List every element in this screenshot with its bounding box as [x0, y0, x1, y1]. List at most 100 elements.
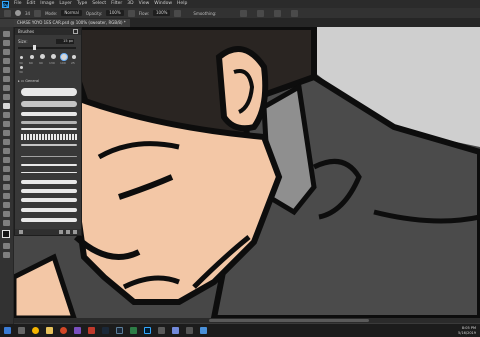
quick-select-tool-icon[interactable] [3, 58, 10, 64]
brush-tool-icon[interactable] [4, 9, 11, 17]
brush-size-value[interactable]: 34 [25, 11, 30, 16]
gradient-tool-icon[interactable] [3, 139, 10, 145]
zoom-tool-icon[interactable] [3, 211, 10, 217]
brush-stroke-preview-4[interactable] [21, 121, 77, 124]
pen-tool-icon[interactable] [3, 166, 10, 172]
size-slider-track[interactable] [18, 47, 76, 49]
blur-tool-icon[interactable] [3, 148, 10, 154]
app-icon-5[interactable] [158, 327, 165, 334]
crop-tool-icon[interactable] [3, 67, 10, 73]
brush-stroke-preview-6[interactable] [21, 134, 77, 140]
foreground-color-swatch[interactable] [2, 230, 10, 238]
brush-stroke-preview-11[interactable] [21, 180, 77, 184]
frame-tool-icon[interactable] [3, 76, 10, 82]
dodge-tool-icon[interactable] [3, 157, 10, 163]
mode-select[interactable]: Normal [61, 10, 82, 16]
gear-icon[interactable] [240, 9, 248, 17]
brush-stroke-preview-2[interactable] [21, 101, 77, 107]
quick-mask-icon[interactable] [3, 243, 10, 249]
history-brush-tool-icon[interactable] [3, 121, 10, 127]
panel-menu-icon[interactable] [73, 29, 78, 34]
app-icon-6[interactable] [186, 327, 193, 334]
app-icon-2[interactable] [74, 327, 81, 334]
horizontal-scrollbar[interactable] [14, 318, 480, 323]
brush-stroke-preview-14[interactable] [21, 208, 77, 212]
menu-image[interactable]: Image [40, 0, 54, 8]
menu-layer[interactable]: Layer [59, 0, 72, 8]
brush-preset-5[interactable] [61, 54, 67, 60]
brush-preset-4[interactable] [51, 54, 56, 59]
brush-preset-1[interactable] [20, 56, 23, 59]
app-icon-3[interactable] [88, 327, 95, 334]
brush-stroke-preview-15[interactable] [21, 218, 77, 222]
brush-preset-2[interactable] [30, 55, 34, 59]
menu-type[interactable]: Type [77, 0, 87, 8]
brush-stroke-preview-12[interactable] [21, 189, 77, 193]
brush-preset-icon[interactable] [15, 10, 21, 16]
menu-file[interactable]: File [14, 0, 22, 8]
pressure-opacity-icon[interactable] [127, 9, 135, 17]
chrome-icon[interactable] [32, 327, 39, 334]
eraser-tool-icon[interactable] [3, 130, 10, 136]
new-group-icon[interactable] [59, 230, 63, 234]
type-tool-icon[interactable] [3, 175, 10, 181]
brush-stroke-preview-9[interactable] [21, 164, 77, 166]
clone-stamp-tool-icon[interactable] [3, 112, 10, 118]
brush-stroke-preview-10[interactable] [21, 172, 77, 173]
brushes-panel-title[interactable]: Brushes [15, 28, 81, 35]
lasso-tool-icon[interactable] [3, 49, 10, 55]
flow-input[interactable]: 100% [152, 10, 171, 16]
menu-filter[interactable]: Filter [111, 0, 122, 8]
trash-icon[interactable] [73, 230, 77, 234]
steam-app-icon[interactable] [116, 327, 123, 334]
photoshop-taskbar-icon[interactable] [144, 327, 151, 334]
windows-start-icon[interactable] [4, 327, 11, 334]
app-icon-7[interactable] [200, 327, 207, 334]
steam-icon[interactable] [102, 327, 109, 334]
brush-preset-6[interactable] [72, 55, 76, 59]
brush-folder-general[interactable]: ▸ ▭ General [18, 78, 78, 84]
brush-settings-icon[interactable] [34, 9, 42, 17]
healing-tool-icon[interactable] [3, 94, 10, 100]
menu-view[interactable]: View [139, 0, 150, 8]
menu-edit[interactable]: Edit [27, 0, 36, 8]
app-icon-1[interactable] [60, 327, 67, 334]
discord-icon[interactable] [172, 327, 179, 334]
brush-stroke-preview-1[interactable] [21, 88, 77, 96]
opacity-input[interactable]: 100% [106, 10, 124, 16]
path-select-tool-icon[interactable] [3, 184, 10, 190]
task-view-icon[interactable] [18, 327, 25, 334]
canvas[interactable] [14, 27, 480, 318]
brush-tool-selected-icon[interactable] [3, 103, 10, 109]
document-tab[interactable]: CHASE YOYO 1ES CAR.psd @ 100% (sweater, … [14, 19, 130, 27]
brush-stroke-preview-8[interactable] [21, 156, 77, 157]
size-input[interactable]: 15 px [56, 39, 74, 44]
eyedropper-tool-icon[interactable] [3, 85, 10, 91]
pressure-size-icon[interactable] [274, 9, 282, 17]
size-slider-thumb[interactable] [33, 45, 36, 50]
menu-select[interactable]: Select [92, 0, 106, 8]
brush-stroke-preview-13[interactable] [21, 198, 77, 202]
file-explorer-icon[interactable] [46, 327, 53, 334]
airbrush-icon[interactable] [174, 9, 182, 17]
brush-preset-7[interactable] [20, 66, 23, 69]
hand-tool-icon[interactable] [3, 202, 10, 208]
brush-stroke-preview-7[interactable] [21, 144, 77, 146]
menu-help[interactable]: Help [177, 0, 187, 8]
symmetry-icon[interactable] [291, 9, 299, 17]
app-icon-4[interactable] [130, 327, 137, 334]
menu-window[interactable]: Window [154, 0, 172, 8]
shape-tool-icon[interactable] [3, 193, 10, 199]
brush-preset-3[interactable] [40, 54, 45, 59]
horizontal-scrollbar-thumb[interactable] [209, 319, 369, 322]
more-tools-icon[interactable] [3, 220, 10, 226]
system-tray-clock[interactable]: 8:05 PM 5/16/2019 [458, 326, 476, 335]
marquee-tool-icon[interactable] [3, 40, 10, 46]
move-tool-icon[interactable] [3, 31, 10, 37]
toggle-preview-icon[interactable] [19, 230, 23, 234]
screen-mode-icon[interactable] [3, 252, 10, 258]
brush-stroke-preview-3[interactable] [21, 112, 77, 116]
menu-3d[interactable]: 3D [127, 0, 133, 8]
new-brush-icon[interactable] [66, 230, 70, 234]
brush-stroke-preview-5[interactable] [21, 128, 77, 130]
